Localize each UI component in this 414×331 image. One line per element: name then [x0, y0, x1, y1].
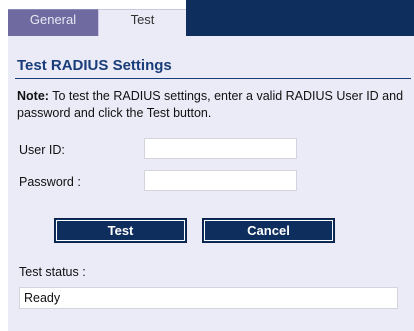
test-panel: Test RADIUS Settings Note: To test the R… [8, 36, 414, 331]
note-body: To test the RADIUS settings, enter a val… [17, 89, 404, 120]
test-button[interactable]: Test [54, 218, 187, 243]
test-status-field: Ready [19, 287, 398, 309]
title-divider [15, 78, 411, 79]
test-status-label: Test status : [19, 265, 86, 279]
note-text: Note: To test the RADIUS settings, enter… [17, 88, 409, 122]
user-id-label: User ID: [19, 143, 65, 157]
password-label: Password : [19, 175, 81, 189]
section-title: Test RADIUS Settings [17, 57, 172, 74]
tab-bar-fill [186, 0, 414, 36]
note-label: Note: [17, 89, 49, 103]
tab-test[interactable]: Test [98, 9, 186, 36]
tab-general[interactable]: General [8, 9, 98, 36]
tab-bar: General Test [0, 0, 414, 36]
user-id-input[interactable] [144, 138, 297, 159]
cancel-button[interactable]: Cancel [202, 218, 335, 243]
password-input[interactable] [144, 170, 297, 191]
